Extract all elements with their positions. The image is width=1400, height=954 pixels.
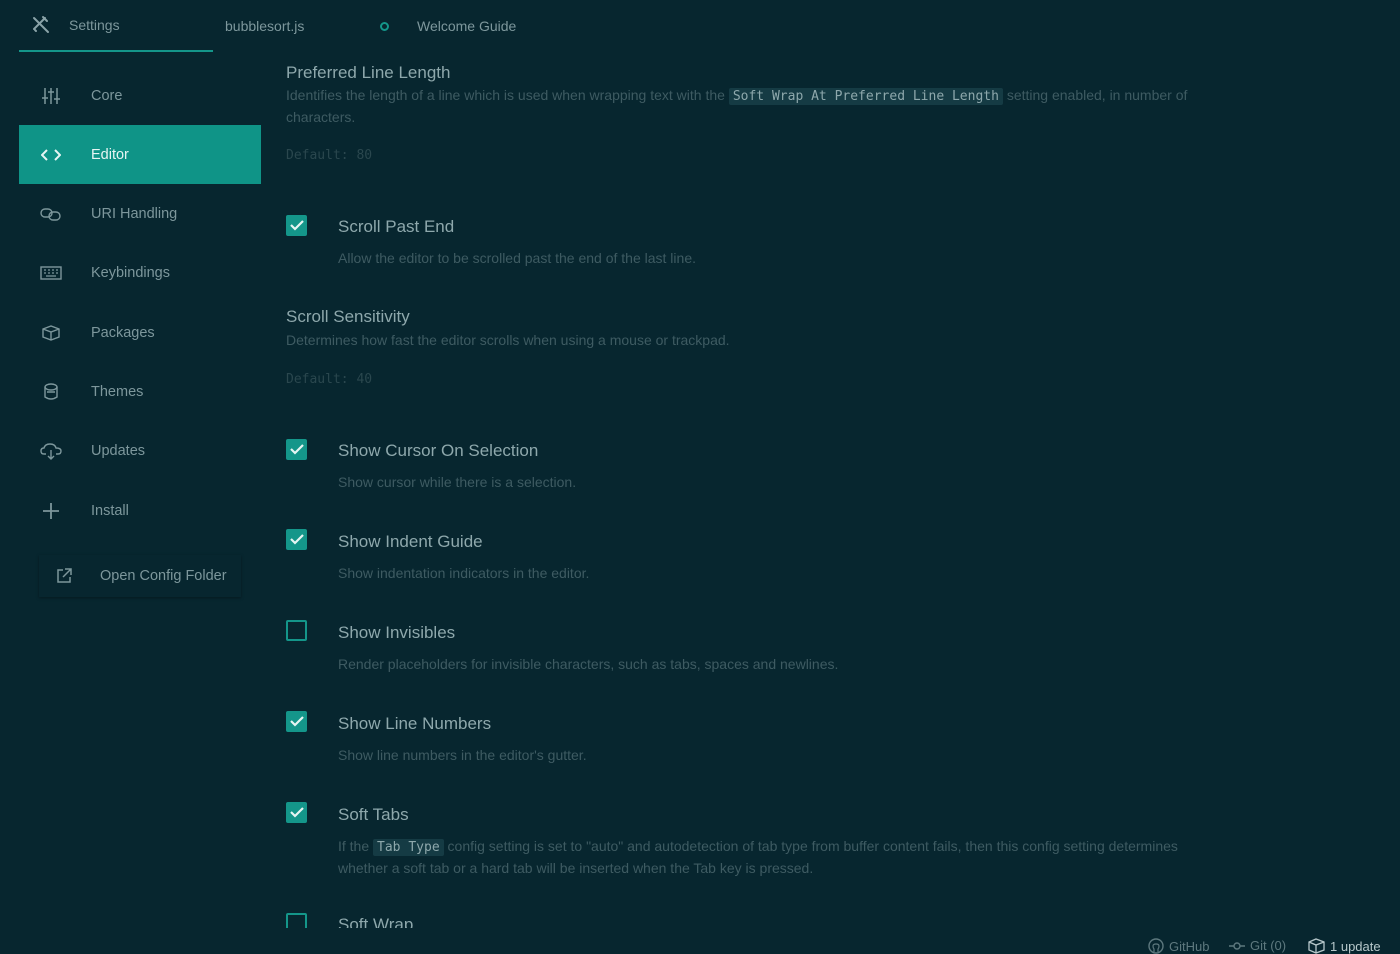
status-bar: GitHub Git (0) 1 update (0, 928, 1400, 954)
show-indent-guide-checkbox[interactable] (286, 529, 307, 550)
sidebar-item-label: Core (91, 87, 123, 104)
keyboard-icon (40, 262, 62, 284)
sidebar-item-uri-handling[interactable]: URI Handling (19, 184, 261, 243)
show-cursor-on-selection-checkbox[interactable] (286, 439, 307, 460)
setting-desc-show-indent-guide: Show indentation indicators in the edito… (338, 565, 590, 581)
checkmark-icon (289, 716, 304, 727)
sidebar-item-editor[interactable]: Editor (19, 125, 261, 184)
editor-settings-panel: Preferred Line Length Identifies the len… (286, 52, 1396, 928)
git-button[interactable]: Git (0) (1229, 938, 1286, 953)
checkmark-icon (289, 807, 304, 818)
tools-icon (31, 15, 51, 35)
tab-settings[interactable]: Settings (19, 0, 213, 52)
sidebar-item-themes[interactable]: Themes (19, 362, 261, 421)
sliders-icon (40, 85, 62, 107)
setting-desc-scroll-past-end: Allow the editor to be scrolled past the… (338, 250, 696, 266)
setting-title-soft-tabs: Soft Tabs (338, 805, 409, 824)
tab-label: Settings (69, 17, 120, 33)
github-button[interactable]: GitHub (1148, 938, 1209, 954)
show-line-numbers-checkbox[interactable] (286, 711, 307, 732)
sidebar-item-label: Editor (91, 146, 129, 163)
checkmark-icon (289, 220, 304, 231)
setting-title-scroll-past-end: Scroll Past End (338, 217, 455, 236)
sidebar-item-install[interactable]: Install (19, 481, 261, 540)
tab-welcome-guide[interactable]: Welcome Guide (380, 0, 550, 52)
checkmark-icon (289, 444, 304, 455)
preferred-line-length-input[interactable]: Default: 80 (286, 148, 372, 163)
tab-label: Welcome Guide (417, 18, 517, 34)
package-update-icon (1308, 938, 1325, 954)
sidebar-item-label: Keybindings (91, 264, 170, 281)
setting-desc-scroll-sensitivity: Determines how fast the editor scrolls w… (286, 332, 730, 348)
soft-wrap-checkbox[interactable] (286, 913, 307, 928)
tab-bubblesort[interactable]: bubblesort.js (225, 0, 405, 52)
code-icon (40, 144, 62, 166)
git-commit-icon (1229, 940, 1245, 952)
scroll-sensitivity-input[interactable]: Default: 40 (286, 372, 372, 387)
sidebar-item-label: URI Handling (91, 205, 178, 222)
setting-desc-show-invisibles: Render placeholders for invisible charac… (338, 656, 839, 672)
setting-title-scroll-sensitivity: Scroll Sensitivity (286, 307, 410, 326)
desc-text: Identifies the length of a line which is… (286, 87, 725, 103)
sidebar-item-label: Updates (91, 442, 146, 459)
soft-tabs-checkbox[interactable] (286, 802, 307, 823)
setting-title-show-line-numbers: Show Line Numbers (338, 714, 492, 733)
setting-desc-show-line-numbers: Show line numbers in the editor's gutter… (338, 747, 587, 763)
tab-bar: Settings bubblesort.js Welcome Guide (0, 0, 1400, 52)
tab-label: bubblesort.js (225, 18, 305, 34)
sidebar-item-label: Install (91, 502, 129, 519)
setting-desc-preferred-line-length: Identifies the length of a line which is… (286, 85, 1226, 128)
sidebar-item-keybindings[interactable]: Keybindings (19, 243, 261, 302)
git-label: Git (0) (1250, 938, 1287, 953)
sidebar-item-core[interactable]: Core (19, 66, 261, 125)
setting-code-ref: Tab Type (373, 839, 444, 856)
github-icon (1148, 938, 1164, 954)
desc-text: config setting is set to "auto" and auto… (338, 838, 1178, 876)
cloud-download-icon (40, 440, 62, 462)
external-link-icon (54, 566, 74, 586)
setting-title-show-cursor-on-selection: Show Cursor On Selection (338, 441, 539, 460)
sidebar-item-label: Themes (91, 383, 144, 400)
plus-icon (40, 500, 62, 522)
update-label: 1 update (1330, 938, 1381, 954)
package-icon (40, 322, 62, 344)
sidebar-item-packages[interactable]: Packages (19, 303, 261, 362)
scroll-past-end-checkbox[interactable] (286, 215, 307, 236)
package-update-button[interactable]: 1 update (1308, 938, 1381, 954)
github-label: GitHub (1169, 938, 1210, 954)
settings-sidebar: Core Editor URI Handling Keybindings Pac… (0, 52, 270, 953)
sidebar-item-updates[interactable]: Updates (19, 421, 261, 480)
desc-text: If the (338, 838, 370, 854)
setting-title-show-indent-guide: Show Indent Guide (338, 532, 483, 551)
setting-title-soft-wrap: Soft Wrap (338, 915, 414, 928)
setting-code-ref: Soft Wrap At Preferred Line Length (728, 88, 1003, 105)
modified-indicator-icon (380, 21, 389, 31)
setting-desc-show-cursor-on-selection: Show cursor while there is a selection. (338, 474, 577, 490)
link-icon (40, 203, 62, 225)
paintcan-icon (40, 381, 62, 403)
setting-title-show-invisibles: Show Invisibles (338, 623, 456, 642)
open-config-folder-button[interactable]: Open Config Folder (39, 555, 241, 597)
show-invisibles-checkbox[interactable] (286, 620, 307, 641)
checkmark-icon (289, 534, 304, 545)
setting-desc-soft-tabs: If the Tab Type config setting is set to… (338, 836, 1228, 879)
open-config-folder-label: Open Config Folder (100, 568, 227, 584)
setting-title-preferred-line-length: Preferred Line Length (286, 63, 451, 82)
sidebar-item-label: Packages (91, 324, 155, 341)
